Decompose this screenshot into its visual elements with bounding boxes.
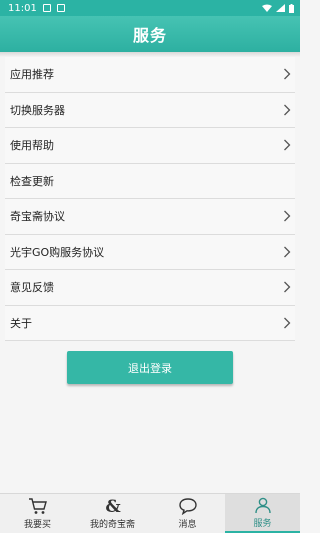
tab-label: 服务 [253, 519, 272, 529]
chat-bubble-icon [178, 498, 197, 515]
menu-item-switch-server[interactable]: 切换服务器 [5, 92, 295, 128]
svg-text:&: & [105, 497, 121, 515]
menu-item-go-purchase-agreement[interactable]: 光宇GO购服务协议 [5, 234, 295, 270]
chevron-right-icon [284, 68, 291, 80]
gallery-notification-icon [42, 4, 51, 12]
menu-item-feedback[interactable]: 意见反馈 [5, 270, 295, 306]
tab-label: 我要买 [23, 520, 51, 530]
service-menu: 应用推荐 切换服务器 使用帮助 检查更新 奇宝斋协议 光宇GO购服务协议 意见反… [5, 57, 295, 341]
menu-item-qibaozhai-agreement[interactable]: 奇宝斋协议 [5, 199, 295, 235]
tab-label: 我的奇宝斋 [89, 520, 135, 530]
chevron-right-icon [284, 139, 291, 151]
ampersand-icon: & [105, 497, 121, 515]
tab-buy[interactable]: 我要买 [0, 494, 75, 533]
page-title: 服务 [132, 26, 167, 45]
cart-icon [28, 498, 47, 514]
signal-icon [276, 4, 285, 12]
menu-item-label: 切换服务器 [10, 103, 65, 117]
menu-item-label: 关于 [10, 316, 32, 330]
chevron-right-icon [284, 210, 291, 222]
menu-item-label: 使用帮助 [10, 139, 54, 153]
wifi-icon [262, 4, 272, 12]
menu-item-label: 应用推荐 [10, 68, 54, 82]
menu-item-label: 意见反馈 [10, 281, 54, 295]
logout-button[interactable]: 退出登录 [67, 351, 233, 384]
menu-item-label: 奇宝斋协议 [10, 210, 65, 224]
user-icon [254, 497, 271, 514]
tab-service[interactable]: 服务 [225, 494, 300, 533]
menu-item-app-recommend[interactable]: 应用推荐 [5, 57, 295, 93]
chevron-right-icon [284, 246, 291, 258]
menu-item-label: 检查更新 [10, 174, 54, 188]
menu-item-help[interactable]: 使用帮助 [5, 128, 295, 164]
battery-icon [289, 3, 294, 13]
tab-label: 消息 [178, 520, 197, 530]
status-bar: 11:01 [0, 0, 300, 16]
tab-messages[interactable]: 消息 [150, 494, 225, 533]
image-notification-icon [56, 4, 65, 12]
chevron-right-icon [284, 104, 291, 116]
status-right [262, 3, 294, 13]
menu-item-check-update[interactable]: 检查更新 [5, 163, 295, 199]
menu-item-about[interactable]: 关于 [5, 305, 295, 341]
menu-item-label: 光宇GO购服务协议 [10, 245, 105, 259]
bottom-nav: 我要买 & 我的奇宝斋 消息 服务 [0, 493, 300, 533]
chevron-right-icon [284, 317, 291, 329]
status-time: 11:01 [8, 2, 37, 14]
status-left: 11:01 [8, 3, 65, 14]
tab-my-qibaozhai[interactable]: & 我的奇宝斋 [75, 494, 150, 533]
page-header: 服务 [0, 16, 300, 52]
chevron-right-icon [284, 281, 291, 293]
